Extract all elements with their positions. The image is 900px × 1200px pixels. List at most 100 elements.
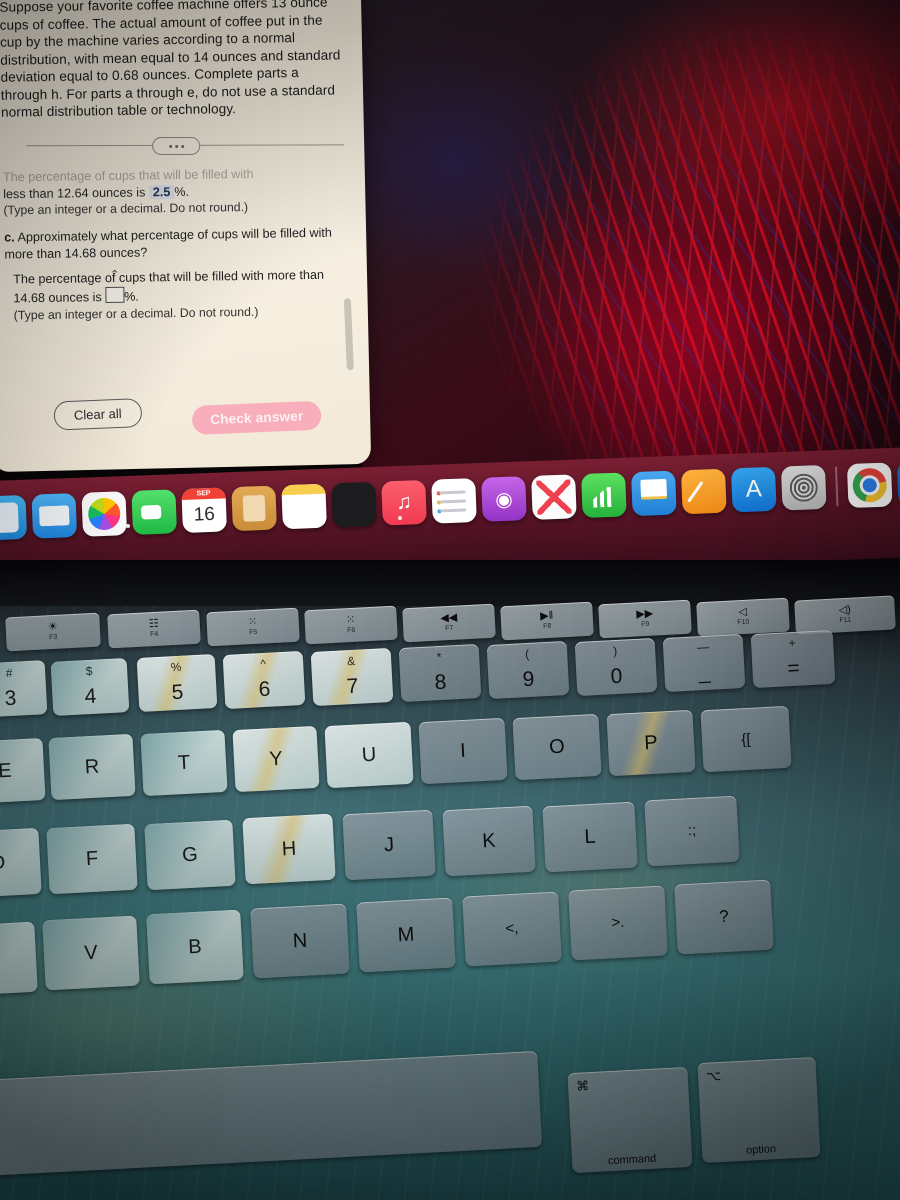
key-f9-glyph: ▶▶: [635, 607, 654, 621]
key-u[interactable]: U: [324, 721, 414, 789]
key-command-label: command: [607, 1152, 657, 1168]
key-h-label: H: [281, 837, 297, 860]
key-f7-label: F7: [445, 624, 454, 633]
dock-icon-music[interactable]: ♫: [381, 479, 427, 526]
key-v-label: V: [83, 941, 99, 964]
part-c-answer-pre: The percentage of cups that will be fill…: [13, 267, 325, 306]
key-f4[interactable]: ☷ F4: [107, 609, 201, 649]
key-6[interactable]: ^ 6: [222, 650, 306, 710]
calendar-day-label: 16: [193, 503, 216, 526]
dock-icon-numbers[interactable]: [581, 472, 627, 519]
dock-icon-pages[interactable]: [681, 468, 727, 515]
key-f10[interactable]: ◁ F10: [696, 597, 790, 637]
key-r-label: R: [84, 755, 100, 778]
key-j[interactable]: J: [342, 809, 436, 881]
key-comma[interactable]: <,: [462, 891, 562, 967]
dock-icon-contacts[interactable]: [231, 485, 277, 532]
key-option[interactable]: ⌥ option: [697, 1056, 821, 1164]
key-bracket-left[interactable]: {[: [700, 705, 792, 773]
key-y[interactable]: Y: [232, 725, 320, 793]
key-9[interactable]: ( 9: [486, 640, 570, 700]
key-5[interactable]: % 5: [136, 653, 218, 713]
key-period[interactable]: >.: [568, 885, 668, 961]
key-n[interactable]: N: [250, 903, 350, 979]
key-0-shift: ): [612, 643, 618, 659]
key-semicolon[interactable]: :;: [644, 795, 740, 867]
key-o[interactable]: O: [512, 713, 602, 781]
reminder-line-2: [439, 499, 467, 504]
key-4[interactable]: $ 4: [50, 658, 130, 716]
key-f11-label: F11: [839, 616, 852, 625]
key-spacebar[interactable]: [0, 1050, 543, 1178]
clear-all-button[interactable]: Clear all: [53, 398, 143, 431]
key-f8-glyph: ▶‖: [539, 609, 554, 623]
key-r[interactable]: R: [48, 733, 136, 801]
key-g-label: G: [181, 843, 199, 866]
key-f6[interactable]: ⁙ F6: [304, 605, 398, 645]
key-n-label: N: [292, 929, 308, 952]
dock-icon-facetime[interactable]: [131, 489, 178, 535]
part-b-answer-value[interactable]: 2.5: [148, 184, 175, 199]
reminder-line-3: [440, 508, 467, 513]
key-h[interactable]: H: [242, 813, 336, 885]
key-5-main: 5: [171, 680, 184, 705]
key-f[interactable]: F: [46, 823, 138, 895]
key-c[interactable]: C: [0, 921, 38, 997]
key-f6-label: F6: [347, 626, 356, 635]
key-d[interactable]: D: [0, 827, 42, 899]
key-0-main: 0: [610, 664, 623, 689]
key-i[interactable]: I: [418, 717, 508, 785]
key-t[interactable]: T: [140, 729, 228, 797]
key-command[interactable]: ⌘ command: [567, 1066, 693, 1174]
key-f11[interactable]: ◁) F11: [794, 595, 896, 635]
key-b-label: B: [187, 935, 203, 958]
key-8[interactable]: * 8: [398, 643, 482, 703]
photo-of-laptop: Suppose your favorite coffee machine off…: [0, 0, 900, 1200]
key-f9[interactable]: ▶▶ F9: [598, 599, 692, 639]
key-7[interactable]: & 7: [310, 647, 394, 707]
dock-icon-keynote[interactable]: [631, 470, 677, 517]
key-equal[interactable]: + =: [750, 629, 836, 689]
dock-icon-reminders[interactable]: [431, 478, 477, 524]
key-v[interactable]: V: [42, 915, 140, 991]
dock-icon-finder[interactable]: [0, 494, 28, 541]
key-slash[interactable]: ?: [674, 879, 774, 955]
part-c-block: c. Approximately what percentage of cups…: [4, 224, 352, 262]
key-equal-shift: +: [788, 635, 797, 651]
key-l[interactable]: L: [542, 801, 638, 873]
dock-icon-podcasts[interactable]: ◉: [481, 476, 527, 522]
more-options-pill[interactable]: [152, 136, 201, 155]
dock-icon-news[interactable]: [531, 474, 577, 520]
key-p-label: P: [643, 731, 659, 754]
dock-icon-mail[interactable]: [31, 493, 78, 539]
key-option-label: option: [745, 1143, 777, 1157]
dock-icon-chrome[interactable]: [846, 462, 893, 509]
dock-icon-photos[interactable]: [81, 491, 128, 537]
dock-icon-calendar[interactable]: SEP 16: [181, 487, 227, 534]
key-f3[interactable]: ☀ F3: [5, 612, 101, 652]
part-c-answer-input[interactable]: [105, 286, 125, 303]
key-g[interactable]: G: [144, 819, 236, 891]
key-f8-label: F8: [543, 622, 552, 631]
dock-icon-app-store[interactable]: A: [730, 466, 777, 513]
key-e[interactable]: E: [0, 738, 46, 804]
key-f4-label: F4: [150, 630, 159, 639]
key-e-label: E: [0, 759, 13, 782]
key-f5[interactable]: ⁙ F5: [206, 607, 300, 647]
key-b[interactable]: B: [146, 909, 244, 985]
key-k[interactable]: K: [442, 805, 536, 877]
key-m[interactable]: M: [356, 897, 456, 973]
key-0[interactable]: ) 0: [574, 637, 658, 697]
key-minus[interactable]: — _: [662, 633, 746, 693]
key-f10-label: F10: [737, 618, 750, 627]
dock-icon-system-settings[interactable]: [780, 464, 827, 511]
dock-icon-tv[interactable]: [331, 481, 377, 528]
key-f7[interactable]: ◀◀ F7: [402, 603, 496, 643]
key-f8[interactable]: ▶‖ F8: [500, 601, 594, 641]
check-answer-button[interactable]: Check answer: [191, 400, 322, 435]
key-p[interactable]: P: [606, 709, 696, 777]
key-3[interactable]: # 3: [0, 660, 48, 718]
key-f11-glyph: ◁): [838, 603, 852, 617]
dock-icon-notes[interactable]: [281, 483, 327, 530]
podcast-glyph: ◉: [494, 488, 514, 511]
